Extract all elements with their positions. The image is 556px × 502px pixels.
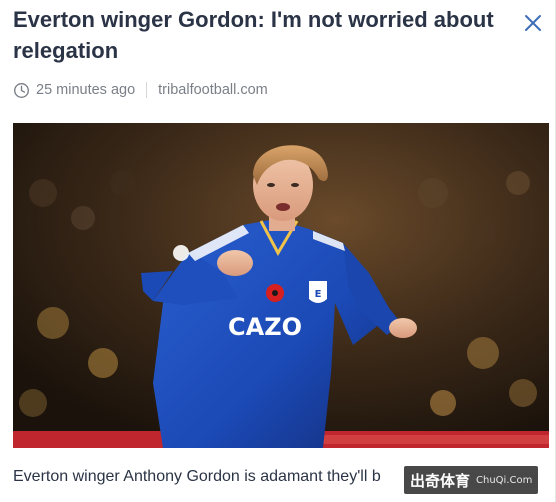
watermark-brand: 出奇体育 <box>410 471 471 490</box>
source-link[interactable]: tribalfootball.com <box>158 82 268 98</box>
clock-icon <box>14 82 29 98</box>
meta-divider <box>146 82 148 98</box>
watermark: 出奇体育 ChuQi.Com <box>404 466 539 494</box>
club-badge-icon: E <box>309 281 327 303</box>
article-image[interactable]: E CAZO <box>13 123 549 448</box>
svg-text:E: E <box>315 289 322 300</box>
close-icon <box>525 15 541 31</box>
close-button[interactable] <box>520 10 546 36</box>
article-title[interactable]: Everton winger Gordon: I'm not worried a… <box>13 4 503 66</box>
news-card: Everton winger Gordon: I'm not worried a… <box>0 0 556 502</box>
time-ago: 25 minutes ago <box>36 82 136 98</box>
article-meta: 25 minutes ago tribalfootball.com <box>13 80 268 100</box>
shirt-sponsor: CAZO <box>228 313 302 341</box>
watermark-domain: ChuQi.Com <box>476 474 533 486</box>
